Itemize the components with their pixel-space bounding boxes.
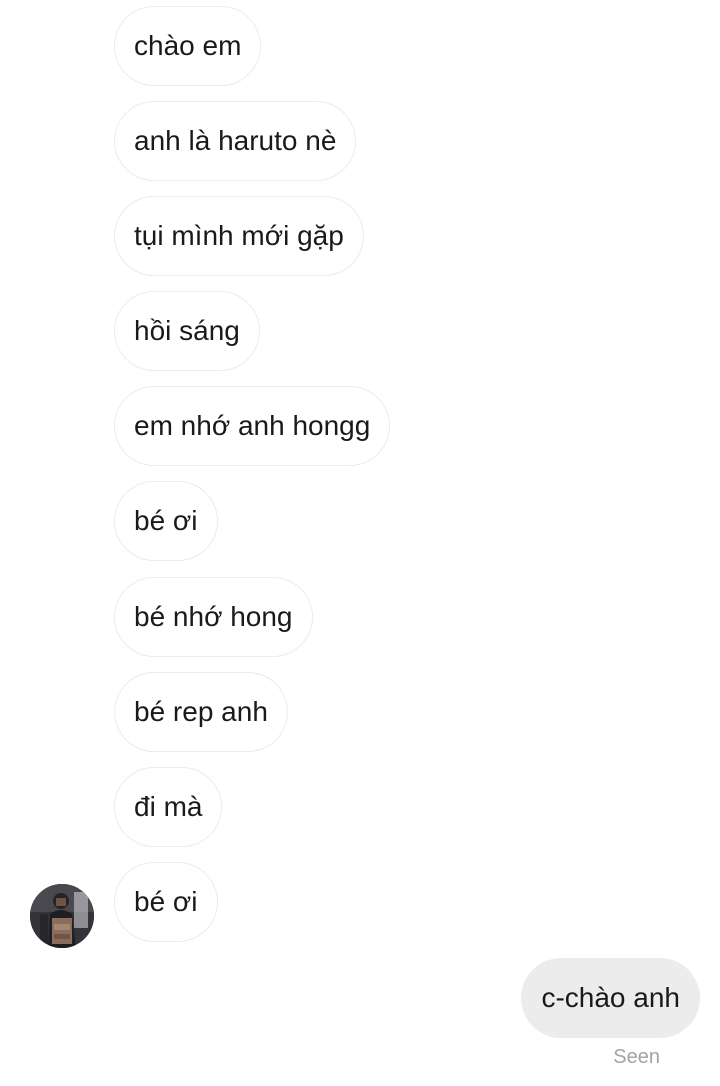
seen-status: Seen xyxy=(613,1046,660,1068)
incoming-message-bubble[interactable]: đi mà xyxy=(114,767,223,847)
profile-photo-icon xyxy=(30,884,94,948)
incoming-message-bubble[interactable]: tụi mình mới gặp xyxy=(114,196,364,276)
incoming-message-bubble[interactable]: anh là haruto nè xyxy=(114,101,357,181)
incoming-message-bubble[interactable]: bé ơi xyxy=(114,481,218,561)
incoming-message-bubble[interactable]: em nhớ anh hongg xyxy=(114,386,391,466)
incoming-message-bubble[interactable]: chào em xyxy=(114,6,262,86)
incoming-message-bubble[interactable]: bé rep anh xyxy=(114,672,288,752)
outgoing-message-bubble[interactable]: c-chào anh xyxy=(521,958,700,1038)
incoming-message-bubble[interactable]: hồi sáng xyxy=(114,291,260,371)
incoming-message-bubble[interactable]: bé nhớ hong xyxy=(114,577,313,657)
incoming-message-bubble[interactable]: bé ơi xyxy=(114,862,218,942)
sender-avatar[interactable] xyxy=(30,884,94,948)
message-thread: chào em anh là haruto nè tụi mình mới gặ… xyxy=(0,0,720,1086)
